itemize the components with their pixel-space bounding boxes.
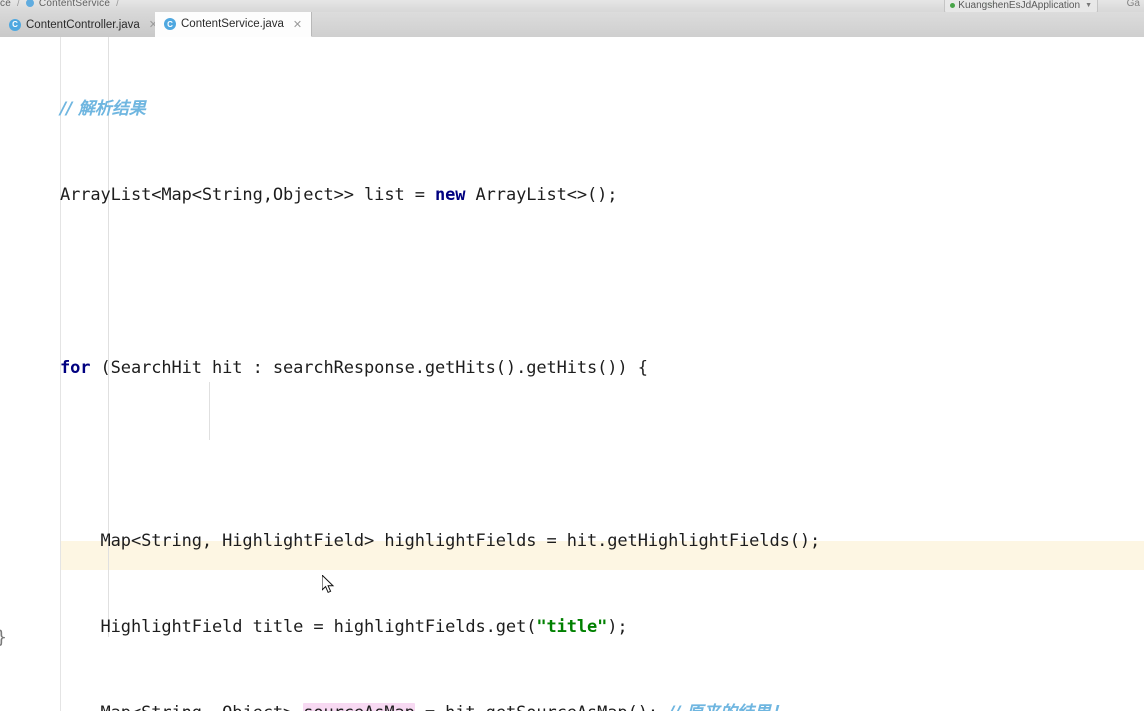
fold-brace-marker[interactable]: } — [0, 627, 7, 648]
tab-label: ContentController.java — [26, 18, 140, 31]
class-icon — [25, 0, 34, 7]
code-text: ); — [607, 616, 628, 637]
code-line-3[interactable] — [60, 267, 820, 296]
tab-label: ContentService.java — [181, 18, 284, 30]
close-icon[interactable]: ✕ — [293, 18, 302, 31]
source-code[interactable]: // 解析结果 ArrayList<Map<String,Object>> li… — [60, 37, 820, 712]
keyword-new: new — [435, 184, 466, 205]
code-text: ArrayList<Map<String,Object>> list = — [60, 184, 435, 205]
code-content-area[interactable]: // 解析结果 ArrayList<Map<String,Object>> li… — [60, 37, 1144, 712]
code-line-7[interactable]: HighlightField title = highlightFields.g… — [60, 613, 820, 642]
breadcrumb-separator: / — [16, 0, 20, 9]
java-class-icon: C — [9, 18, 21, 31]
editor-tab-bar: C ContentController.java ✕ C ContentServ… — [0, 12, 1144, 38]
ide-window: ce / ContentService / ●■ KuangshenEsJdAp… — [0, 0, 1144, 712]
tab-content-controller[interactable]: C ContentController.java ✕ — [0, 12, 169, 37]
code-line-1[interactable]: // 解析结果 — [60, 95, 820, 124]
string-title: "title" — [536, 616, 608, 637]
editor-gutter[interactable]: } — [0, 37, 61, 712]
code-editor[interactable]: } // 解析结果 ArrayList<Map<String,Object>> … — [0, 37, 1144, 712]
tab-content-service[interactable]: C ContentService.java ✕ — [155, 12, 313, 37]
code-line-2[interactable]: ArrayList<Map<String,Object>> list = new… — [60, 181, 820, 210]
breadcrumb-separator-2: / — [116, 0, 120, 9]
java-class-icon: C — [164, 18, 176, 30]
chevron-down-icon[interactable]: ▼ — [1085, 2, 1092, 9]
breadcrumb-item-0[interactable]: ce — [0, 0, 11, 9]
toolbar-right-edge-label[interactable]: Ga — [1127, 0, 1140, 9]
keyword-for: for — [60, 357, 91, 378]
code-text: ArrayList<>(); — [465, 184, 618, 205]
code-line-6[interactable]: Map<String, HighlightField> highlightFie… — [60, 527, 821, 556]
code-line-5[interactable] — [60, 440, 820, 469]
code-text: Map<String, HighlightField> highlightFie… — [60, 530, 821, 551]
breadcrumb-item-1[interactable]: ContentService — [39, 0, 110, 9]
code-text: (SearchHit hit : searchResponse.getHits(… — [90, 357, 648, 378]
breadcrumb[interactable]: ce / ContentService / — [0, 0, 122, 9]
code-line-4[interactable]: for (SearchHit hit : searchResponse.getH… — [60, 354, 820, 383]
comment-parse-result: // 解析结果 — [60, 98, 146, 119]
code-text: HighlightField title = highlightFields.g… — [60, 616, 537, 637]
run-configuration-name: KuangshenEsJdApplication — [958, 0, 1081, 11]
run-status-dot-icon — [950, 2, 956, 8]
